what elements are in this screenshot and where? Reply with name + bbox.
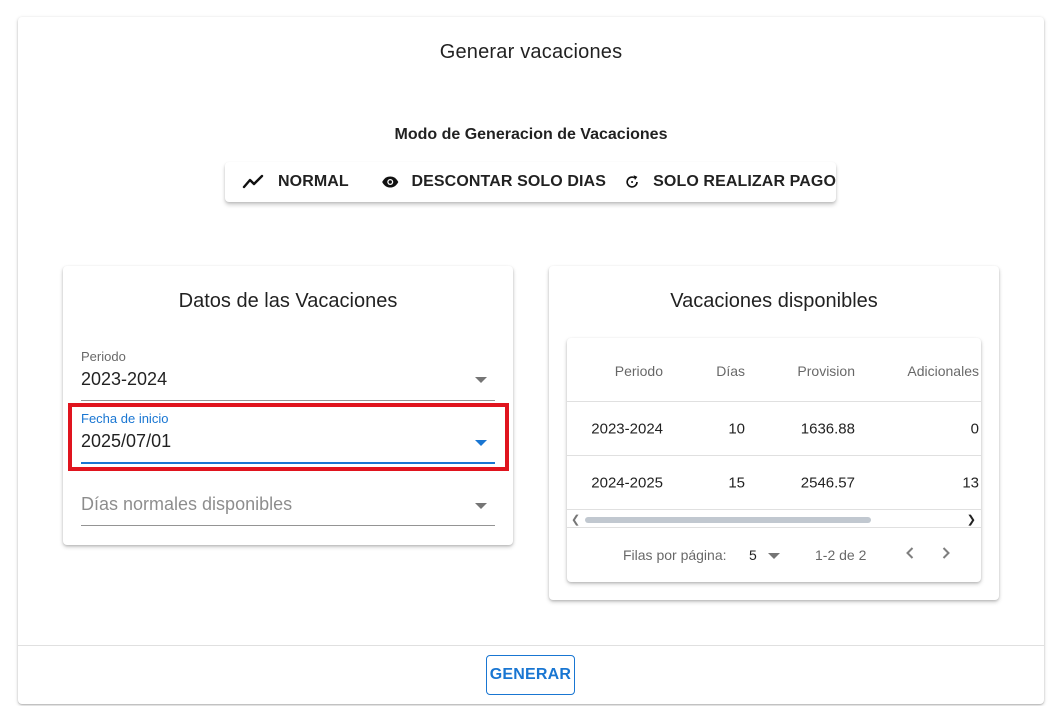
trending-up-icon (242, 174, 264, 189)
rows-per-page-select[interactable]: 5 (749, 547, 757, 563)
dropdown-arrow-icon (475, 503, 487, 509)
mode-normal-button[interactable]: NORMAL (225, 162, 361, 202)
column-header-periodo[interactable]: Periodo (615, 363, 663, 379)
column-header-dias[interactable]: Días (716, 363, 745, 379)
table-row[interactable]: 2023-2024 10 1636.88 0 (567, 402, 981, 456)
mode-solo-pago-label: SOLO REALIZAR PAGO (653, 173, 836, 190)
periodo-select[interactable]: Periodo 2023-2024 (81, 346, 495, 402)
cell-adicionales: 13 (962, 474, 979, 491)
vacation-data-title: Datos de las Vacaciones (178, 290, 398, 312)
dias-normales-placeholder: Días normales disponibles (81, 494, 293, 514)
cell-dias: 10 (728, 420, 745, 437)
horizontal-scrollbar[interactable]: ❮ ❯ (567, 510, 981, 528)
dias-normales-underline (81, 525, 495, 526)
scrollbar-thumb[interactable] (585, 517, 871, 523)
column-header-adicionales[interactable]: Adicionales (907, 363, 979, 379)
chevron-left-icon[interactable] (898, 541, 922, 565)
chevron-right-icon[interactable] (934, 541, 958, 565)
dias-normales-select[interactable]: Días normales disponibles (81, 472, 495, 528)
highlight-annotation (68, 403, 509, 471)
cell-periodo: 2023-2024 (591, 420, 663, 437)
cell-provision: 1636.88 (800, 420, 855, 437)
mode-label: Modo de Generacion de Vacaciones (394, 126, 668, 143)
dropdown-arrow-icon (475, 377, 487, 383)
page: Generar vacaciones Modo de Generacion de… (0, 0, 1062, 706)
generate-vacation-dialog: Generar vacaciones Modo de Generacion de… (18, 17, 1044, 704)
cell-provision: 2546.57 (800, 474, 855, 491)
scroll-left-icon[interactable]: ❮ (571, 513, 580, 526)
mode-descontar-button[interactable]: DESCONTAR SOLO DIAS (361, 162, 606, 202)
available-vacations-card: Vacaciones disponibles Periodo Días Prov… (549, 266, 999, 600)
actions-divider (18, 645, 1044, 646)
pagination-range: 1-2 de 2 (815, 547, 867, 563)
eye-icon (382, 176, 399, 188)
periodo-underline (81, 400, 495, 401)
mode-solo-pago-button[interactable]: SOLO REALIZAR PAGO (606, 162, 836, 202)
available-vacations-table: Periodo Días Provision Adicionales 2023-… (567, 338, 981, 582)
mode-normal-label: NORMAL (278, 173, 349, 190)
table-row[interactable]: 2024-2025 15 2546.57 13 (567, 456, 981, 510)
dropdown-arrow-icon[interactable] (768, 553, 780, 559)
dialog-title: Generar vacaciones (439, 41, 623, 63)
table-footer: Filas por página: 5 1-2 de 2 (567, 528, 981, 582)
mode-descontar-label: DESCONTAR SOLO DIAS (411, 173, 606, 190)
rows-per-page-label: Filas por página: (623, 547, 727, 563)
available-vacations-title: Vacaciones disponibles (670, 290, 878, 312)
cell-periodo: 2024-2025 (591, 474, 663, 491)
mode-toggle-group: NORMAL DESCONTAR SOLO DIAS SOLO REALIZAR… (225, 162, 836, 202)
cell-dias: 15 (728, 474, 745, 491)
refresh-icon (626, 175, 638, 188)
periodo-label: Periodo (81, 349, 126, 364)
periodo-value: 2023-2024 (81, 369, 168, 389)
generate-button[interactable]: GENERAR (486, 655, 575, 695)
cell-adicionales: 0 (970, 420, 979, 437)
column-header-provision[interactable]: Provision (797, 363, 855, 379)
table-header: Periodo Días Provision Adicionales (567, 338, 981, 402)
scroll-right-icon[interactable]: ❯ (967, 513, 976, 526)
